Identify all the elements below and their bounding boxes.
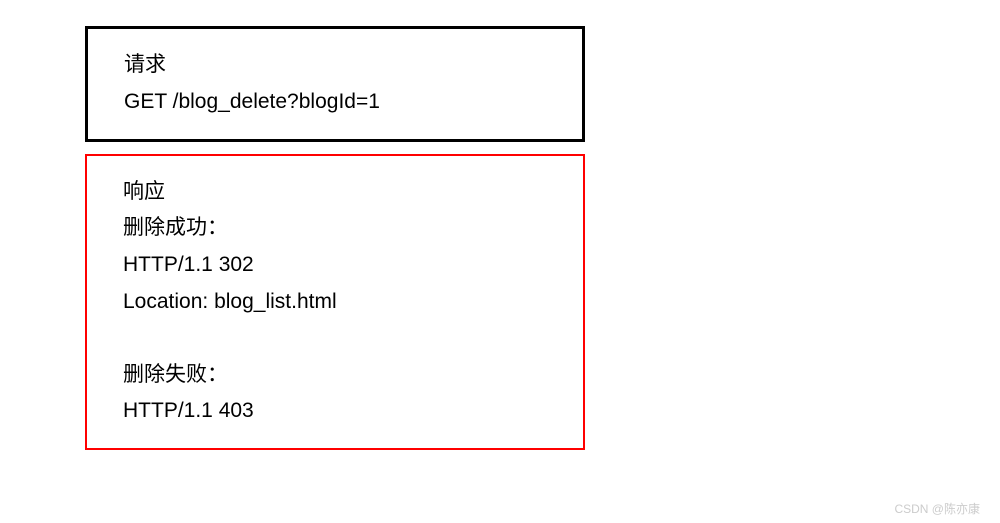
- request-http-line: GET /blog_delete?blogId=1: [124, 84, 546, 121]
- response-success-label: 删除成功：: [123, 210, 547, 247]
- response-success-status: HTTP/1.1 302: [123, 247, 547, 284]
- response-fail-status: HTTP/1.1 403: [123, 393, 547, 430]
- response-fail-label: 删除失败：: [123, 357, 547, 394]
- response-success-location: Location: blog_list.html: [123, 284, 547, 321]
- document-container: 请求 GET /blog_delete?blogId=1 响应 删除成功： HT…: [0, 0, 1000, 450]
- request-title: 请求: [124, 47, 546, 84]
- request-box: 请求 GET /blog_delete?blogId=1: [85, 26, 585, 142]
- response-title: 响应: [123, 174, 547, 211]
- response-box: 响应 删除成功： HTTP/1.1 302 Location: blog_lis…: [85, 154, 585, 451]
- blank-line: [123, 321, 547, 357]
- watermark: CSDN @陈亦康: [894, 500, 980, 517]
